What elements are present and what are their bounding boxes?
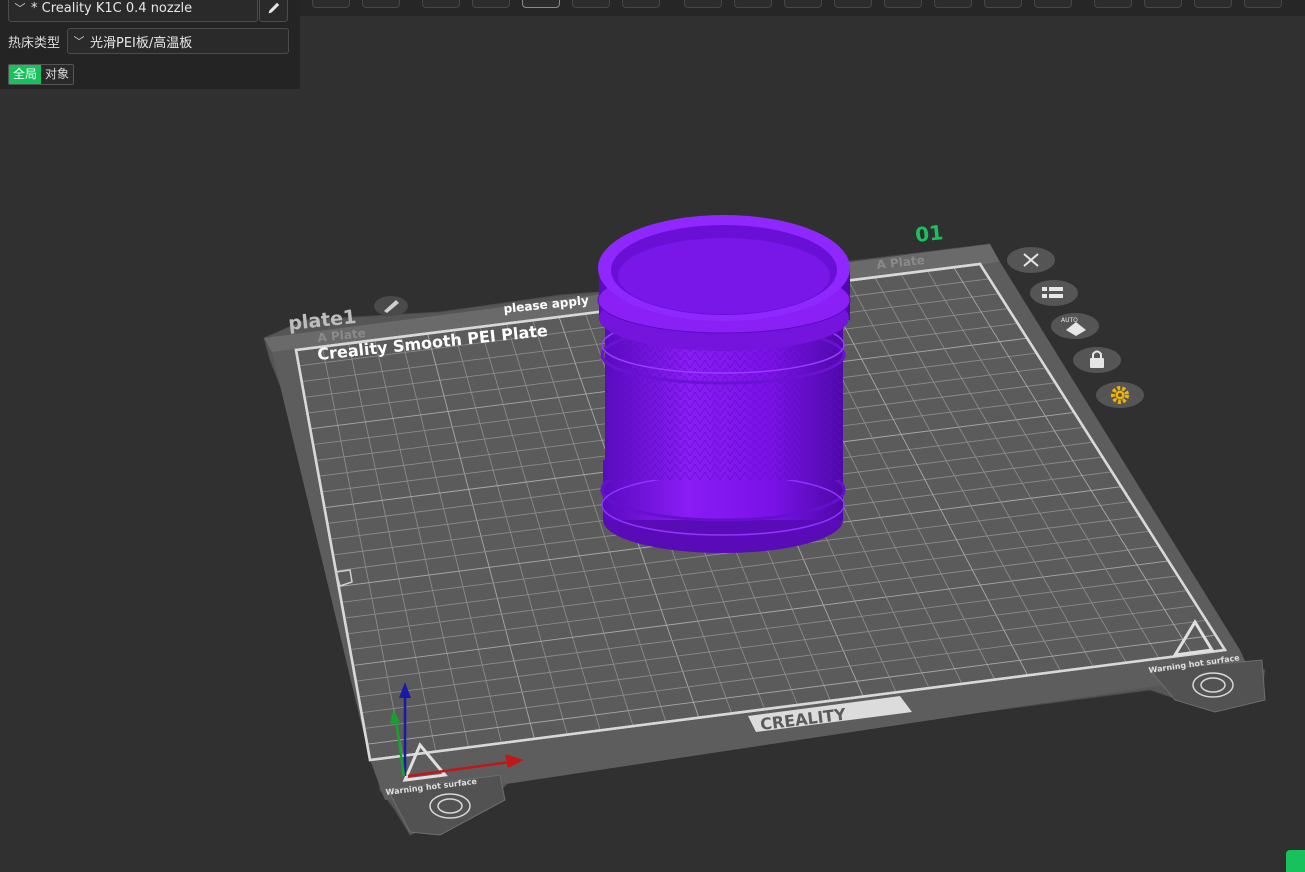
arrange-plate-button[interactable] bbox=[1030, 280, 1078, 306]
3d-viewport[interactable]: plate1 A Plate A Plate Creality Smooth P… bbox=[0, 0, 1305, 872]
auto-orient-button[interactable]: AUTO bbox=[1051, 313, 1099, 339]
delete-plate-button[interactable] bbox=[1007, 247, 1055, 273]
lock-plate-button[interactable] bbox=[1073, 347, 1121, 373]
rename-plate-button[interactable] bbox=[374, 296, 408, 316]
model-cylinder[interactable] bbox=[597, 215, 851, 553]
plate-number: 01 bbox=[914, 220, 944, 247]
plate-settings-button[interactable] bbox=[1096, 382, 1144, 408]
status-indicator bbox=[1286, 850, 1305, 872]
